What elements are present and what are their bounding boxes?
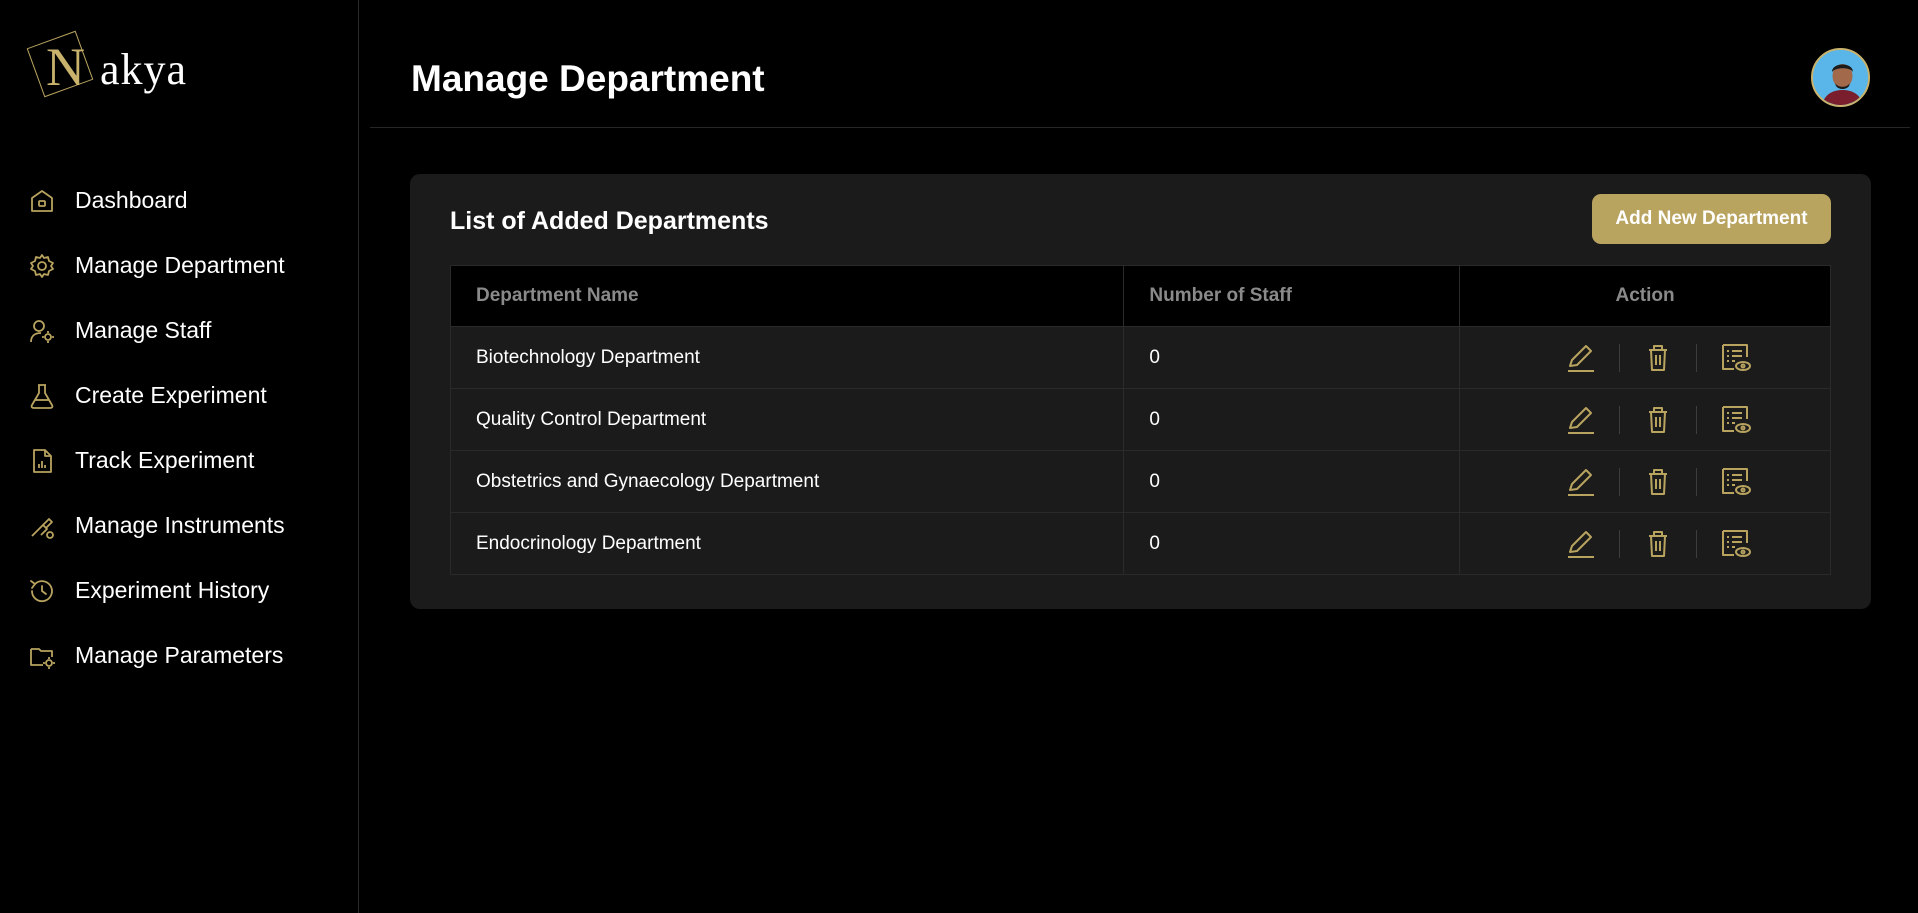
nakya-logo[interactable]: N akya — [26, 26, 198, 106]
department-name-cell: Endocrinology Department — [449, 512, 1125, 575]
trash-icon[interactable] — [1640, 526, 1676, 562]
staff-count-cell: 0 — [1123, 326, 1461, 389]
logo-text: akya — [100, 45, 188, 94]
action-divider — [1695, 343, 1697, 372]
sidebar-item-create-experiment[interactable]: Create Experiment — [0, 363, 359, 428]
gear-icon — [28, 252, 56, 280]
department-name-cell: Biotechnology Department — [449, 326, 1125, 389]
trash-icon[interactable] — [1640, 402, 1676, 438]
action-cell — [1459, 450, 1831, 513]
action-divider — [1695, 467, 1697, 496]
table-row: Endocrinology Department 0 — [449, 512, 1831, 575]
sidebar-item-track-experiment[interactable]: Track Experiment — [0, 428, 359, 493]
sidebar: N akya Dashboard Manage Department Manag… — [0, 0, 359, 913]
row-actions — [1485, 464, 1830, 500]
action-cell — [1459, 388, 1831, 451]
department-name-cell: Quality Control Department — [449, 388, 1125, 451]
sidebar-item-dashboard[interactable]: Dashboard — [0, 168, 359, 233]
card-title: List of Added Departments — [450, 207, 769, 235]
app-root: N akya Dashboard Manage Department Manag… — [0, 0, 1918, 913]
instrument-icon — [28, 512, 56, 540]
departments-table: Department Name Number of Staff Action B… — [449, 265, 1831, 575]
edit-icon[interactable] — [1563, 340, 1599, 376]
column-header-action: Action — [1459, 265, 1831, 327]
sidebar-nav: Dashboard Manage Department Manage Staff… — [0, 168, 359, 688]
folder-gear-icon — [28, 642, 56, 670]
action-divider — [1618, 343, 1620, 372]
view-list-icon[interactable] — [1717, 402, 1753, 438]
page-title: Manage Department — [411, 58, 765, 99]
action-divider — [1618, 529, 1620, 558]
trash-icon[interactable] — [1640, 464, 1676, 500]
sidebar-item-label: Manage Staff — [75, 317, 212, 343]
edit-icon[interactable] — [1563, 526, 1599, 562]
row-actions — [1485, 526, 1830, 562]
page-header: Manage Department — [370, 0, 1910, 128]
staff-count-cell: 0 — [1123, 388, 1461, 451]
edit-icon[interactable] — [1563, 402, 1599, 438]
trash-icon[interactable] — [1640, 340, 1676, 376]
sidebar-item-manage-staff[interactable]: Manage Staff — [0, 298, 359, 363]
department-name-cell: Obstetrics and Gynaecology Department — [449, 450, 1125, 513]
sidebar-item-label: Manage Department — [75, 252, 285, 278]
user-avatar[interactable] — [1811, 48, 1870, 107]
sidebar-item-experiment-history[interactable]: Experiment History — [0, 558, 359, 623]
staff-count-cell: 0 — [1123, 450, 1461, 513]
sidebar-item-label: Create Experiment — [75, 382, 267, 408]
table-header-row: Department Name Number of Staff Action — [449, 265, 1831, 327]
edit-icon[interactable] — [1563, 464, 1599, 500]
avatar-photo-icon — [1813, 50, 1868, 105]
row-actions — [1485, 402, 1830, 438]
column-header-number-of-staff[interactable]: Number of Staff — [1123, 265, 1461, 327]
sidebar-item-label: Experiment History — [75, 577, 270, 603]
action-cell — [1459, 512, 1831, 575]
table-row: Obstetrics and Gynaecology Department 0 — [449, 450, 1831, 513]
history-icon — [28, 577, 56, 605]
action-divider — [1695, 405, 1697, 434]
action-divider — [1618, 405, 1620, 434]
user-gear-icon — [28, 317, 56, 345]
column-header-department-name[interactable]: Department Name — [449, 265, 1125, 327]
departments-card: List of Added Departments Add New Depart… — [410, 174, 1871, 609]
home-icon — [28, 187, 56, 215]
file-chart-icon — [28, 447, 56, 475]
sidebar-item-manage-parameters[interactable]: Manage Parameters — [0, 623, 359, 688]
sidebar-item-manage-instruments[interactable]: Manage Instruments — [0, 493, 359, 558]
sidebar-item-label: Dashboard — [75, 187, 188, 213]
view-list-icon[interactable] — [1717, 464, 1753, 500]
row-actions — [1485, 340, 1830, 376]
sidebar-item-manage-department[interactable]: Manage Department — [0, 233, 359, 298]
table-row: Biotechnology Department 0 — [449, 326, 1831, 389]
action-cell — [1459, 326, 1831, 389]
action-divider — [1618, 467, 1620, 496]
table-row: Quality Control Department 0 — [449, 388, 1831, 451]
view-list-icon[interactable] — [1717, 340, 1753, 376]
view-list-icon[interactable] — [1717, 526, 1753, 562]
staff-count-cell: 0 — [1123, 512, 1461, 575]
sidebar-item-label: Manage Instruments — [75, 512, 285, 538]
flask-icon — [28, 382, 56, 410]
action-divider — [1695, 529, 1697, 558]
sidebar-item-label: Manage Parameters — [75, 642, 284, 668]
add-new-department-button[interactable]: Add New Department — [1592, 194, 1831, 244]
sidebar-item-label: Track Experiment — [75, 447, 255, 473]
logo-initial: N — [46, 37, 85, 97]
